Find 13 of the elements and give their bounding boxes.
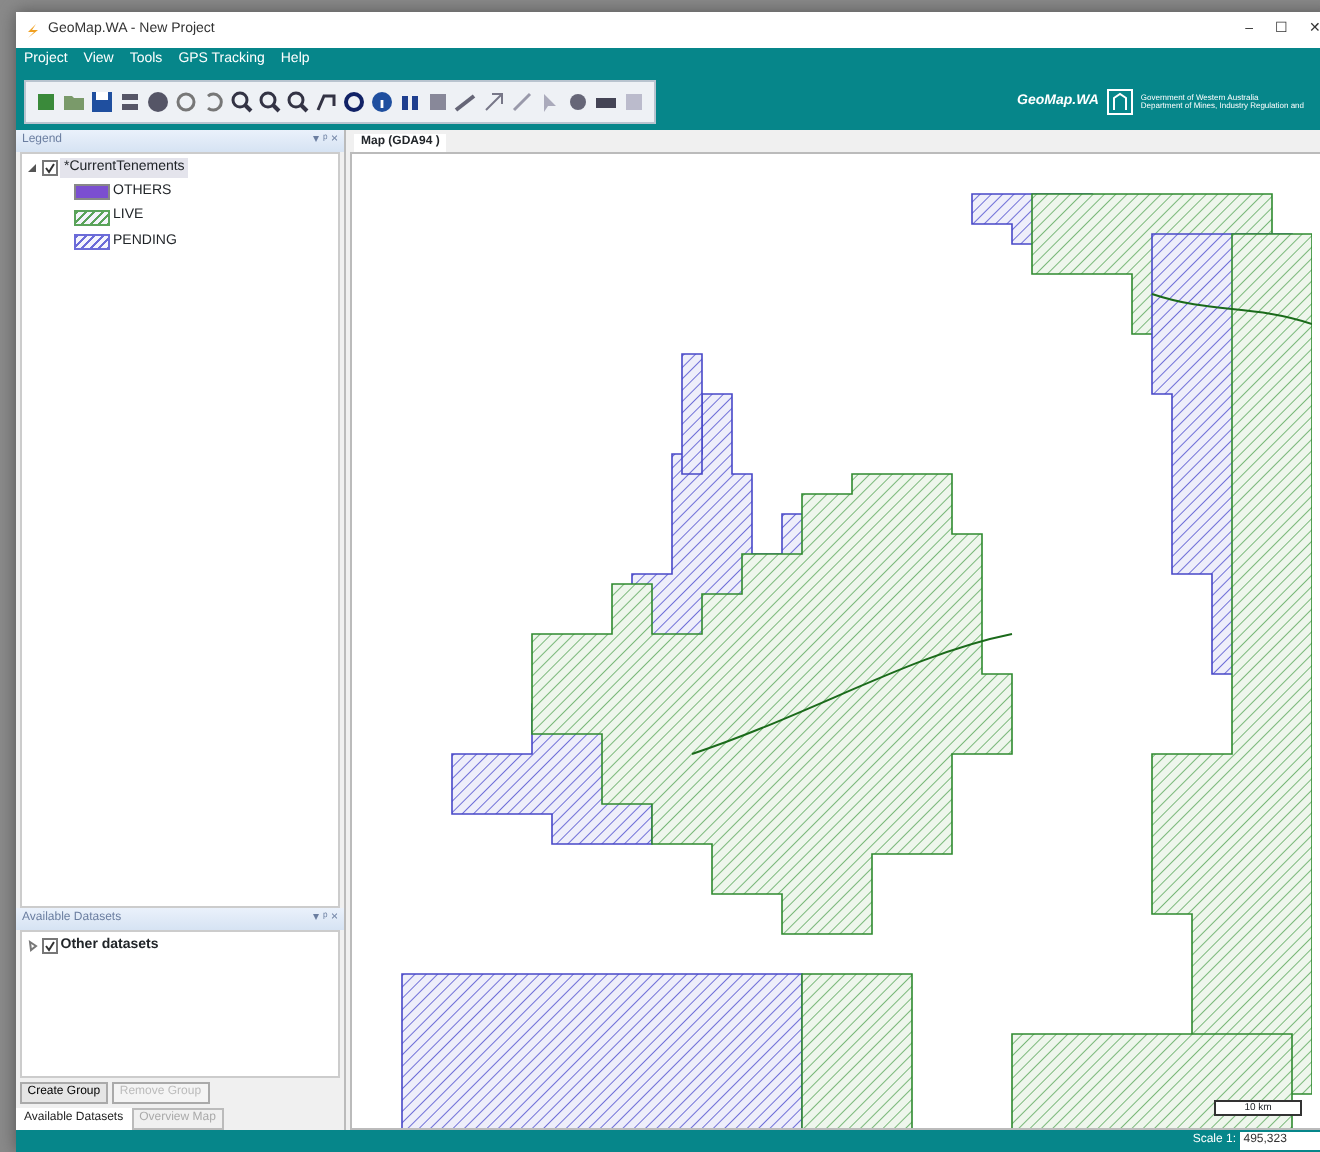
app-logo-icon <box>24 21 40 39</box>
save-icon[interactable] <box>90 90 114 114</box>
expand-arrow-icon[interactable] <box>25 940 38 953</box>
checkmark-icon <box>43 940 55 953</box>
collapse-arrow-icon[interactable] <box>25 162 38 174</box>
checkbox[interactable] <box>41 938 57 955</box>
layers-icon[interactable] <box>118 90 142 114</box>
crest-icon <box>1105 88 1134 116</box>
info-icon[interactable] <box>370 90 394 114</box>
checkmark-icon <box>43 162 55 174</box>
zoom-in-icon[interactable] <box>230 90 254 114</box>
checkbox[interactable] <box>41 160 57 176</box>
rotate-icon[interactable] <box>202 90 226 114</box>
